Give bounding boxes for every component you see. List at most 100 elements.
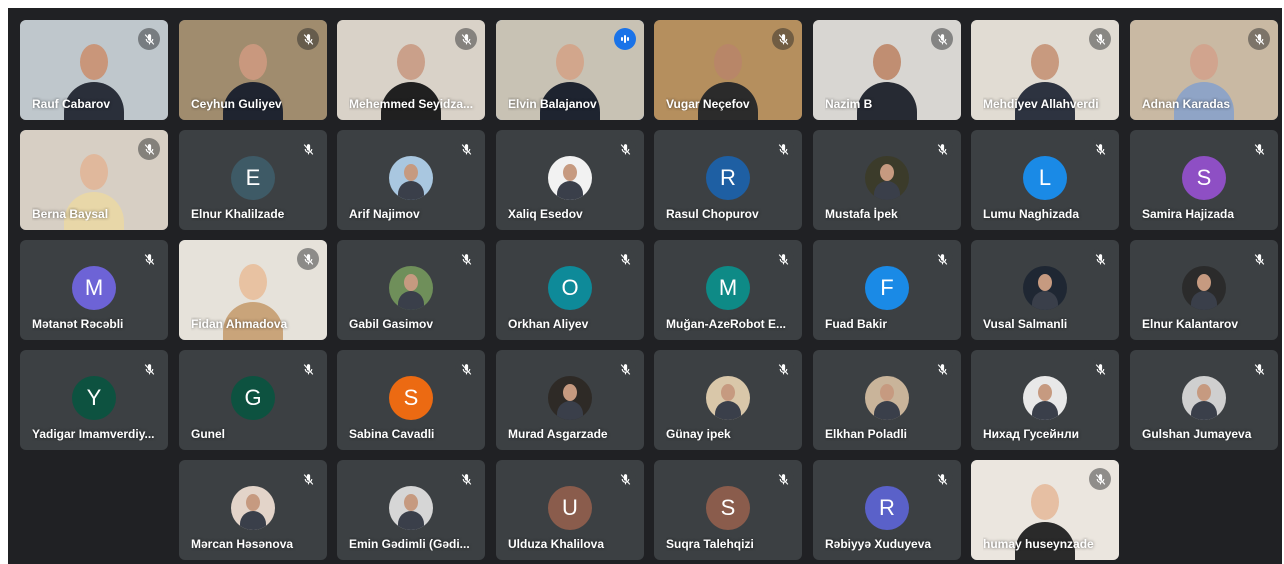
mic-off-icon	[931, 358, 953, 380]
participant-tile[interactable]: F Fuad Bakir	[813, 240, 961, 340]
avatar-initial: U	[562, 495, 578, 520]
mic-off-icon	[1089, 28, 1111, 50]
participant-name: Rəbiyyə Xuduyeva	[825, 537, 932, 551]
participant-avatar: R	[865, 486, 909, 530]
participant-tile[interactable]: Нихад Гусейнли	[971, 350, 1119, 450]
participant-name: Elvin Balajanov	[508, 97, 597, 111]
participant-tile[interactable]: O Orkhan Aliyev	[496, 240, 644, 340]
participant-tile[interactable]: Emin Gədimli (Gədi...	[337, 460, 485, 560]
participant-name: Gabil Gasimov	[349, 317, 434, 331]
mic-off-icon	[931, 468, 953, 490]
participant-avatar: M	[706, 266, 750, 310]
participant-tile[interactable]: Günay ipek	[654, 350, 802, 450]
participant-tile[interactable]: G Gunel	[179, 350, 327, 450]
participant-tile[interactable]: Nazim B	[813, 20, 961, 120]
photo-body	[1032, 291, 1058, 310]
participant-tile[interactable]: Vusal Salmanli	[971, 240, 1119, 340]
participant-photo	[706, 376, 750, 420]
participant-tile[interactable]: Mustafa İpek	[813, 130, 961, 230]
speaking-indicator-icon	[614, 28, 636, 50]
participant-photo	[231, 486, 275, 530]
participant-name: Sabina Cavadli	[349, 427, 435, 441]
participant-photo	[865, 156, 909, 200]
mic-off-icon	[772, 28, 794, 50]
person-face	[556, 44, 584, 80]
participant-tile[interactable]: M Mətanət Rəcəbli	[20, 240, 168, 340]
participant-avatar: L	[1023, 156, 1067, 200]
participant-name: Mehdiyev Allahverdi	[983, 97, 1099, 111]
participant-name: Murad Asgarzade	[508, 427, 608, 441]
participant-name: Orkhan Aliyev	[508, 317, 589, 331]
participant-name: Arif Najimov	[349, 207, 420, 221]
photo-body	[398, 181, 424, 200]
participant-tile[interactable]: Arif Najimov	[337, 130, 485, 230]
avatar-initial: R	[720, 165, 736, 190]
participant-tile[interactable]: Gulshan Jumayeva	[1130, 350, 1278, 450]
mic-off-icon	[455, 138, 477, 160]
participant-name: Nazim B	[825, 97, 873, 111]
photo-face	[563, 384, 577, 401]
participant-photo	[1023, 266, 1067, 310]
participant-name: Muğan-AzeRobot E...	[666, 317, 786, 331]
participant-tile[interactable]: Y Yadigar Imamverdiy...	[20, 350, 168, 450]
participant-tile[interactable]: Elkhan Poladli	[813, 350, 961, 450]
mic-off-icon	[931, 248, 953, 270]
participant-tile[interactable]: Murad Asgarzade	[496, 350, 644, 450]
participant-tile[interactable]: R Rasul Chopurov	[654, 130, 802, 230]
photo-face	[1038, 384, 1052, 401]
participant-tile[interactable]: Mehemmed Seyidza...	[337, 20, 485, 120]
participant-tile[interactable]: E Elnur Khalilzade	[179, 130, 327, 230]
participant-tile[interactable]: Fidan Ahmadova	[179, 240, 327, 340]
participant-avatar: S	[1182, 156, 1226, 200]
mic-off-icon	[138, 138, 160, 160]
participant-tile[interactable]: M Muğan-AzeRobot E...	[654, 240, 802, 340]
mic-off-icon	[931, 28, 953, 50]
participant-name: Yadigar Imamverdiy...	[32, 427, 155, 441]
mic-off-icon	[138, 28, 160, 50]
participant-tile[interactable]: Gabil Gasimov	[337, 240, 485, 340]
participant-tile[interactable]: L Lumu Naghizada	[971, 130, 1119, 230]
participant-photo	[865, 376, 909, 420]
photo-body	[874, 181, 900, 200]
participant-name: Gunel	[191, 427, 226, 441]
participant-tile[interactable]: R Rəbiyyə Xuduyeva	[813, 460, 961, 560]
participant-name: Xaliq Esedov	[508, 207, 583, 221]
participant-name: Gulshan Jumayeva	[1142, 427, 1252, 441]
participant-avatar: R	[706, 156, 750, 200]
participant-tile[interactable]: Elnur Kalantarov	[1130, 240, 1278, 340]
participant-avatar: M	[72, 266, 116, 310]
participant-tile[interactable]: U Ulduza Khalilova	[496, 460, 644, 560]
mic-off-icon	[297, 468, 319, 490]
participant-tile[interactable]: humay huseynzade	[971, 460, 1119, 560]
participant-tile[interactable]: S Sabina Cavadli	[337, 350, 485, 450]
participant-tile[interactable]: S Samira Hajizada	[1130, 130, 1278, 230]
participant-name: Elnur Kalantarov	[1142, 317, 1239, 331]
participant-tile[interactable]: Ceyhun Guliyev	[179, 20, 327, 120]
participant-name: Fuad Bakir	[825, 317, 888, 331]
mic-off-icon	[614, 248, 636, 270]
participant-avatar: S	[389, 376, 433, 420]
avatar-initial: O	[561, 275, 579, 300]
participant-name: Нихад Гусейнли	[983, 427, 1080, 441]
mic-off-icon	[1089, 138, 1111, 160]
avatar-initial: S	[403, 385, 419, 410]
photo-body	[398, 511, 424, 530]
participant-name: Emin Gədimli (Gədi...	[349, 537, 470, 551]
participant-photo	[1023, 376, 1067, 420]
participant-tile[interactable]: Elvin Balajanov	[496, 20, 644, 120]
participant-tile[interactable]: Mehdiyev Allahverdi	[971, 20, 1119, 120]
participant-tile[interactable]: Vugar Neçefov	[654, 20, 802, 120]
mic-off-icon	[455, 358, 477, 380]
participant-tile[interactable]: Xaliq Esedov	[496, 130, 644, 230]
participant-photo	[389, 156, 433, 200]
avatar-initial: M	[84, 275, 104, 300]
participant-tile[interactable]: Adnan Karadas	[1130, 20, 1278, 120]
photo-face	[1197, 274, 1211, 291]
participant-tile[interactable]: Mərcan Həsənova	[179, 460, 327, 560]
participant-tile[interactable]: Rauf Cabarov	[20, 20, 168, 120]
avatar-initial: M	[718, 275, 738, 300]
person-face	[714, 44, 742, 80]
participant-tile[interactable]: S Suqra Talehqizi	[654, 460, 802, 560]
participant-tile[interactable]: Berna Baysal	[20, 130, 168, 230]
mic-off-icon	[455, 468, 477, 490]
